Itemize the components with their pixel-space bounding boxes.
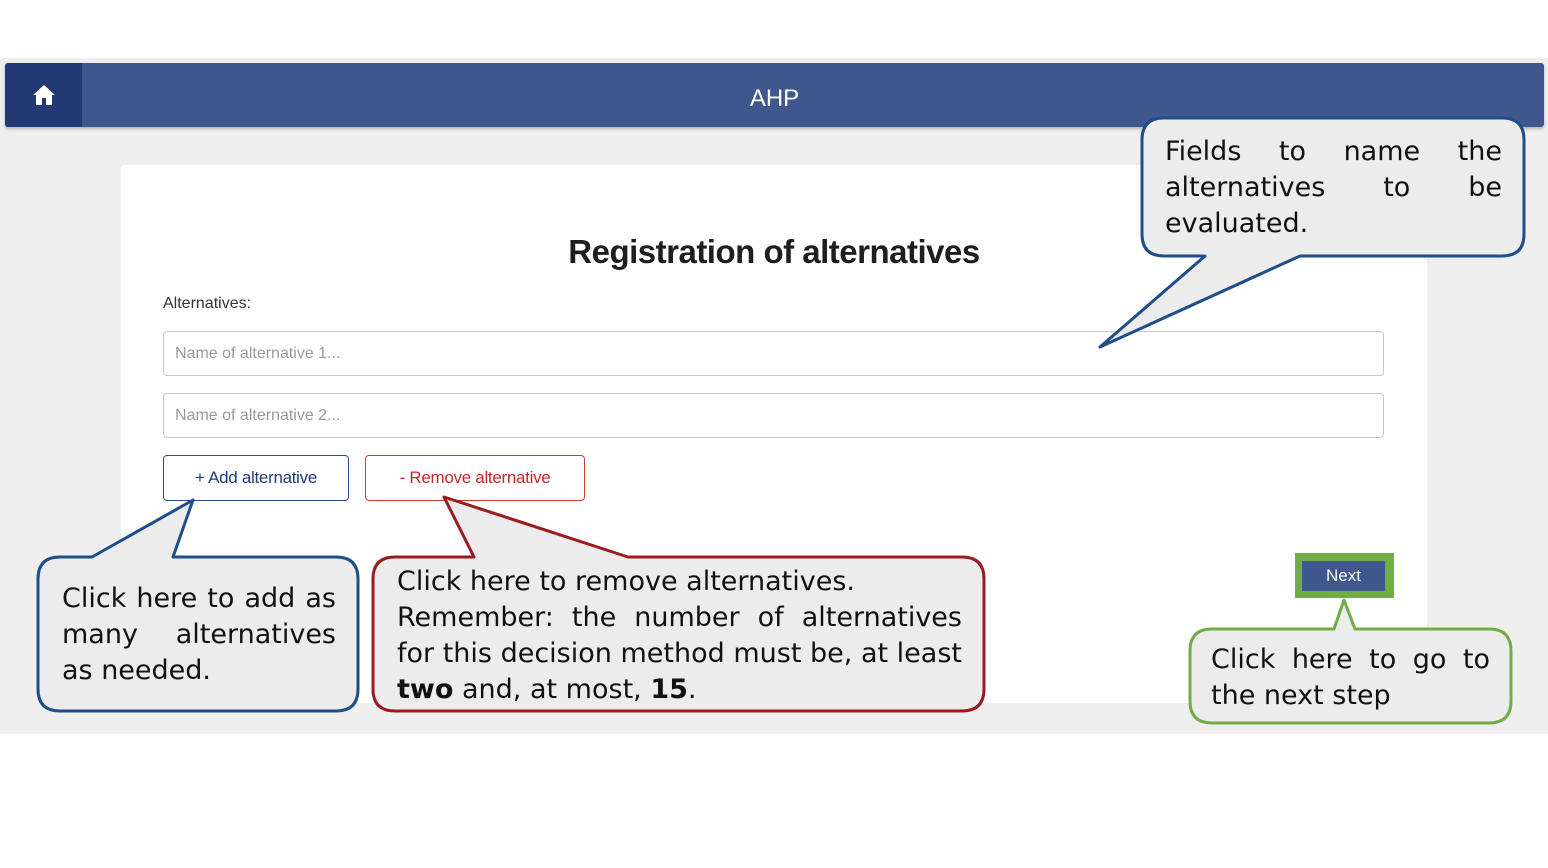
home-icon [32, 85, 55, 105]
remove-callout-min: two [397, 674, 454, 705]
remove-callout-line1: Click here to remove alternatives. [397, 566, 855, 597]
top-navbar: AHP [5, 63, 1544, 127]
next-callout-text: Click here to go to the next step [1211, 644, 1490, 711]
screen: AHP Registration of alternatives Alterna… [0, 0, 1548, 868]
home-button[interactable] [5, 63, 82, 127]
app-title: AHP [749, 85, 800, 112]
add-alternative-button[interactable]: + Add alternative [163, 455, 349, 501]
remove-alternative-button[interactable]: - Remove alternative [365, 455, 585, 501]
remove-callout-max: 15 [650, 674, 688, 705]
alternative-name-input-2[interactable] [163, 393, 1384, 438]
alternative-name-input-1[interactable] [163, 331, 1384, 376]
add-callout-text: Click here to add as many alternatives a… [62, 583, 336, 686]
alternatives-label: Alternatives: [163, 295, 252, 312]
fields-callout-text: Fields to name the alternatives to be ev… [1165, 136, 1502, 239]
remove-callout-text: Click here to remove alternatives. Remem… [397, 564, 962, 708]
remove-callout-suffix: . [687, 674, 697, 705]
remove-callout-mid: and, at most, [462, 674, 642, 705]
next-button[interactable]: Next [1302, 561, 1385, 591]
remove-callout-line2: Remember: the number of alternatives for… [397, 602, 962, 669]
